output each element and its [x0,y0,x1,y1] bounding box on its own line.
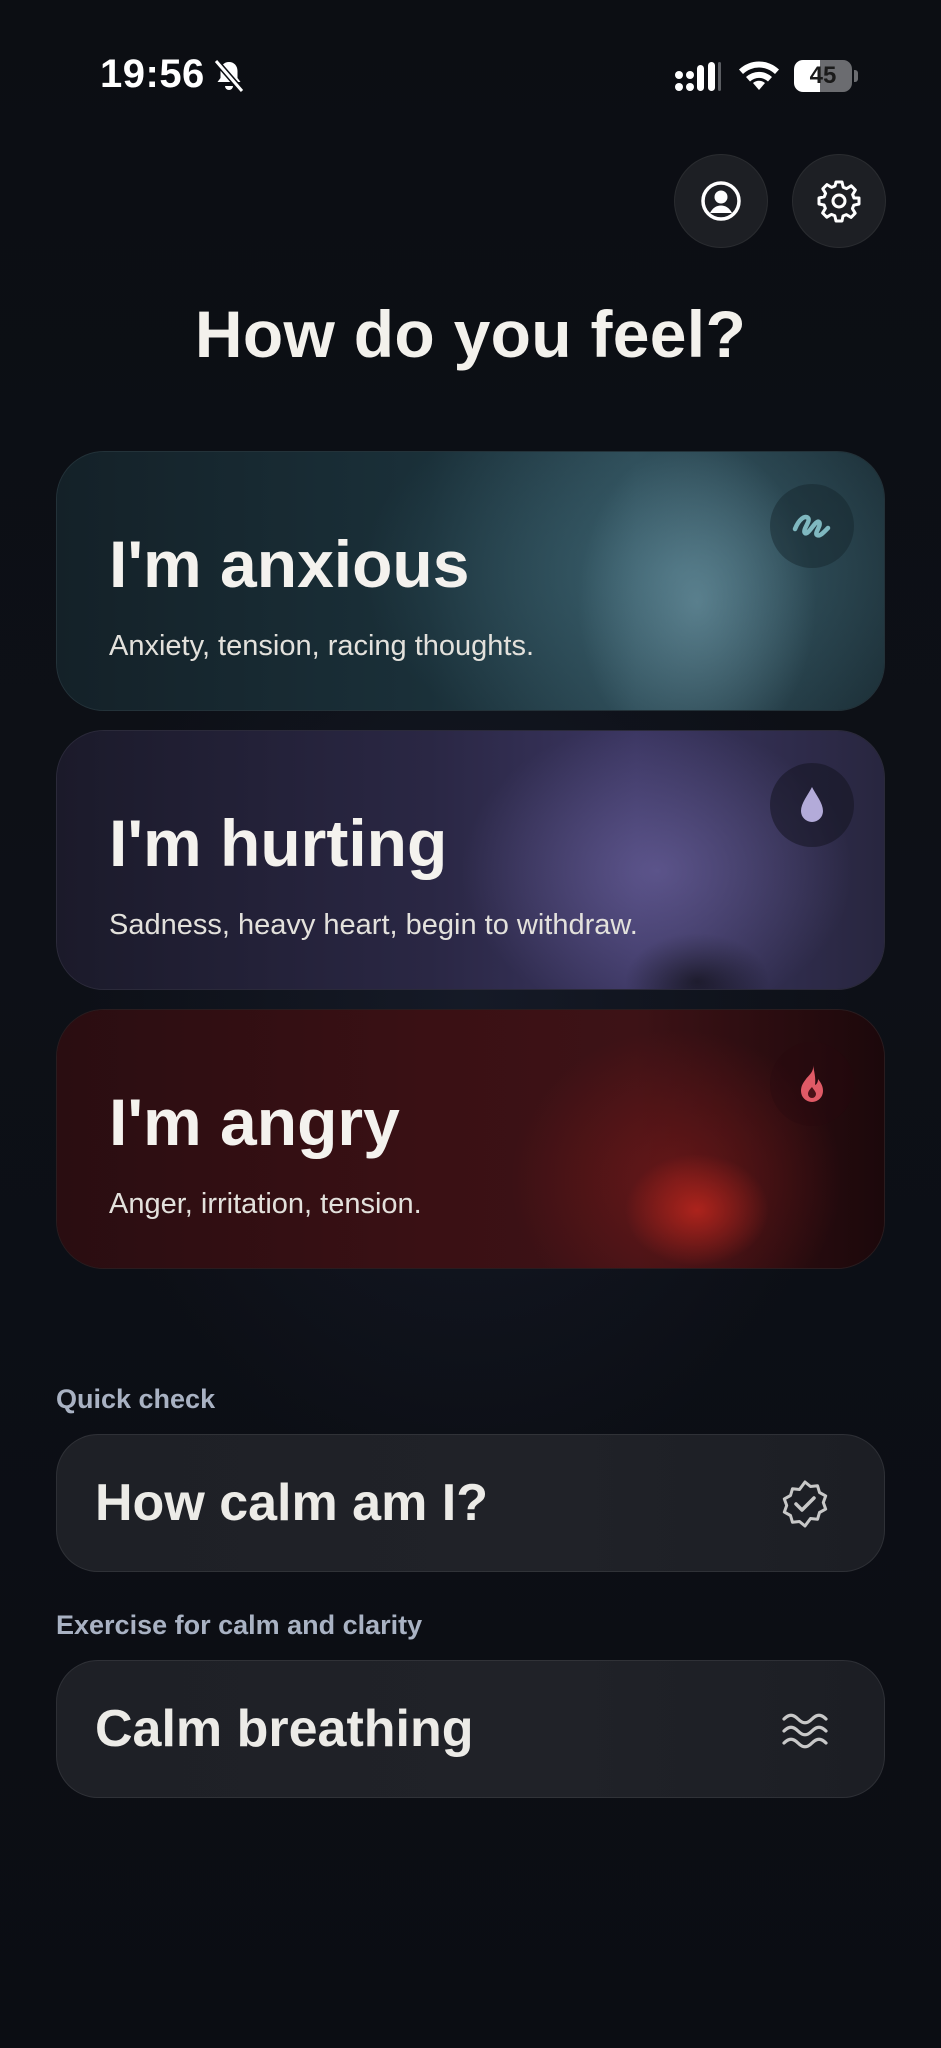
cellular-signal-icon [675,62,721,91]
bell-muted-icon [213,59,245,93]
calm-check-card[interactable]: How calm am I? [56,1434,885,1572]
calm-check-title: How calm am I? [95,1474,488,1532]
emotion-title: I'm hurting [109,806,448,880]
squiggle-icon [770,484,854,568]
emotion-card-angry[interactable]: I'm angry Anger, irritation, tension. [56,1009,885,1269]
verified-badge-icon [782,1480,828,1528]
page-title: How do you feel? [194,297,747,371]
emotion-card-hurting[interactable]: I'm hurting Sadness, heavy heart, begin … [56,730,885,990]
status-time: 19:56 [100,52,205,96]
drop-icon [770,763,854,847]
battery-indicator: 45 [794,60,858,92]
profile-button[interactable] [674,154,768,248]
wifi-icon [739,61,779,90]
calm-breathing-card[interactable]: Calm breathing [56,1660,885,1798]
emotion-title: I'm angry [109,1085,400,1159]
gear-icon [817,180,861,223]
settings-button[interactable] [792,154,886,248]
flame-icon [770,1042,854,1126]
status-bar: 19:56 45 [0,0,941,150]
app-screen: 19:56 45 How do you feel? I'm anxious An… [0,0,941,2048]
battery-level: 45 [809,62,837,89]
calm-breathing-title: Calm breathing [95,1700,474,1758]
waves-icon [782,1713,828,1749]
exercise-label: Exercise for calm and clarity [56,1610,423,1640]
emotion-subtitle: Anxiety, tension, racing thoughts. [109,630,535,662]
profile-icon [701,181,741,221]
emotion-card-anxious[interactable]: I'm anxious Anxiety, tension, racing tho… [56,451,885,711]
quick-check-label: Quick check [56,1384,216,1414]
battery-cap [854,70,858,82]
emotion-subtitle: Sadness, heavy heart, begin to withdraw. [109,909,638,941]
emotion-title: I'm anxious [109,527,470,601]
emotion-subtitle: Anger, irritation, tension. [109,1188,422,1220]
